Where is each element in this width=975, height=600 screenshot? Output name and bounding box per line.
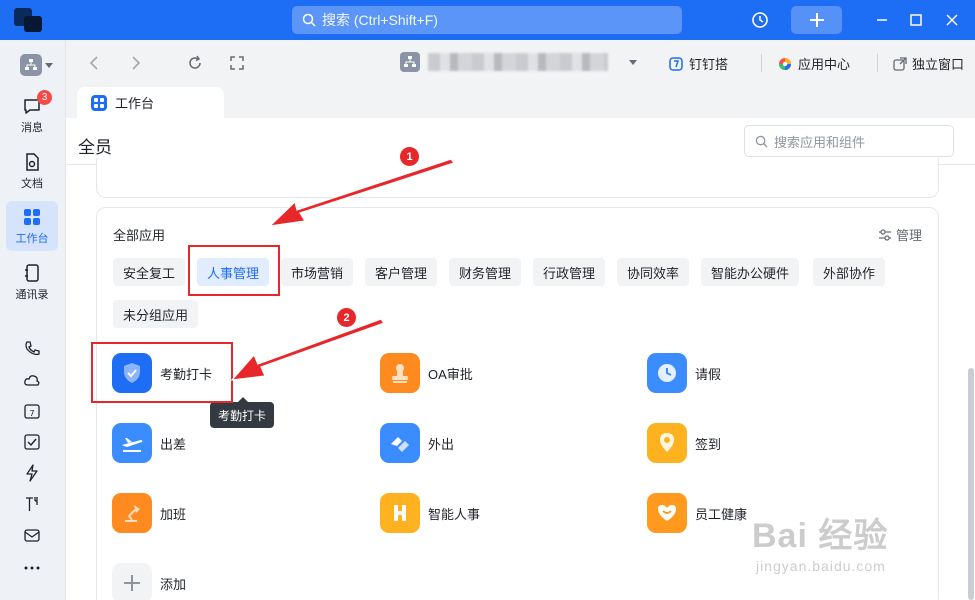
arrow-2 xyxy=(230,318,385,381)
arrow-1 xyxy=(268,158,455,227)
baidu-watermark: Bai 经验 jingyan.baidu.com xyxy=(752,508,962,588)
watermark-main: Bai 经验 xyxy=(752,517,889,555)
watermark-sub: jingyan.baidu.com xyxy=(756,558,886,574)
